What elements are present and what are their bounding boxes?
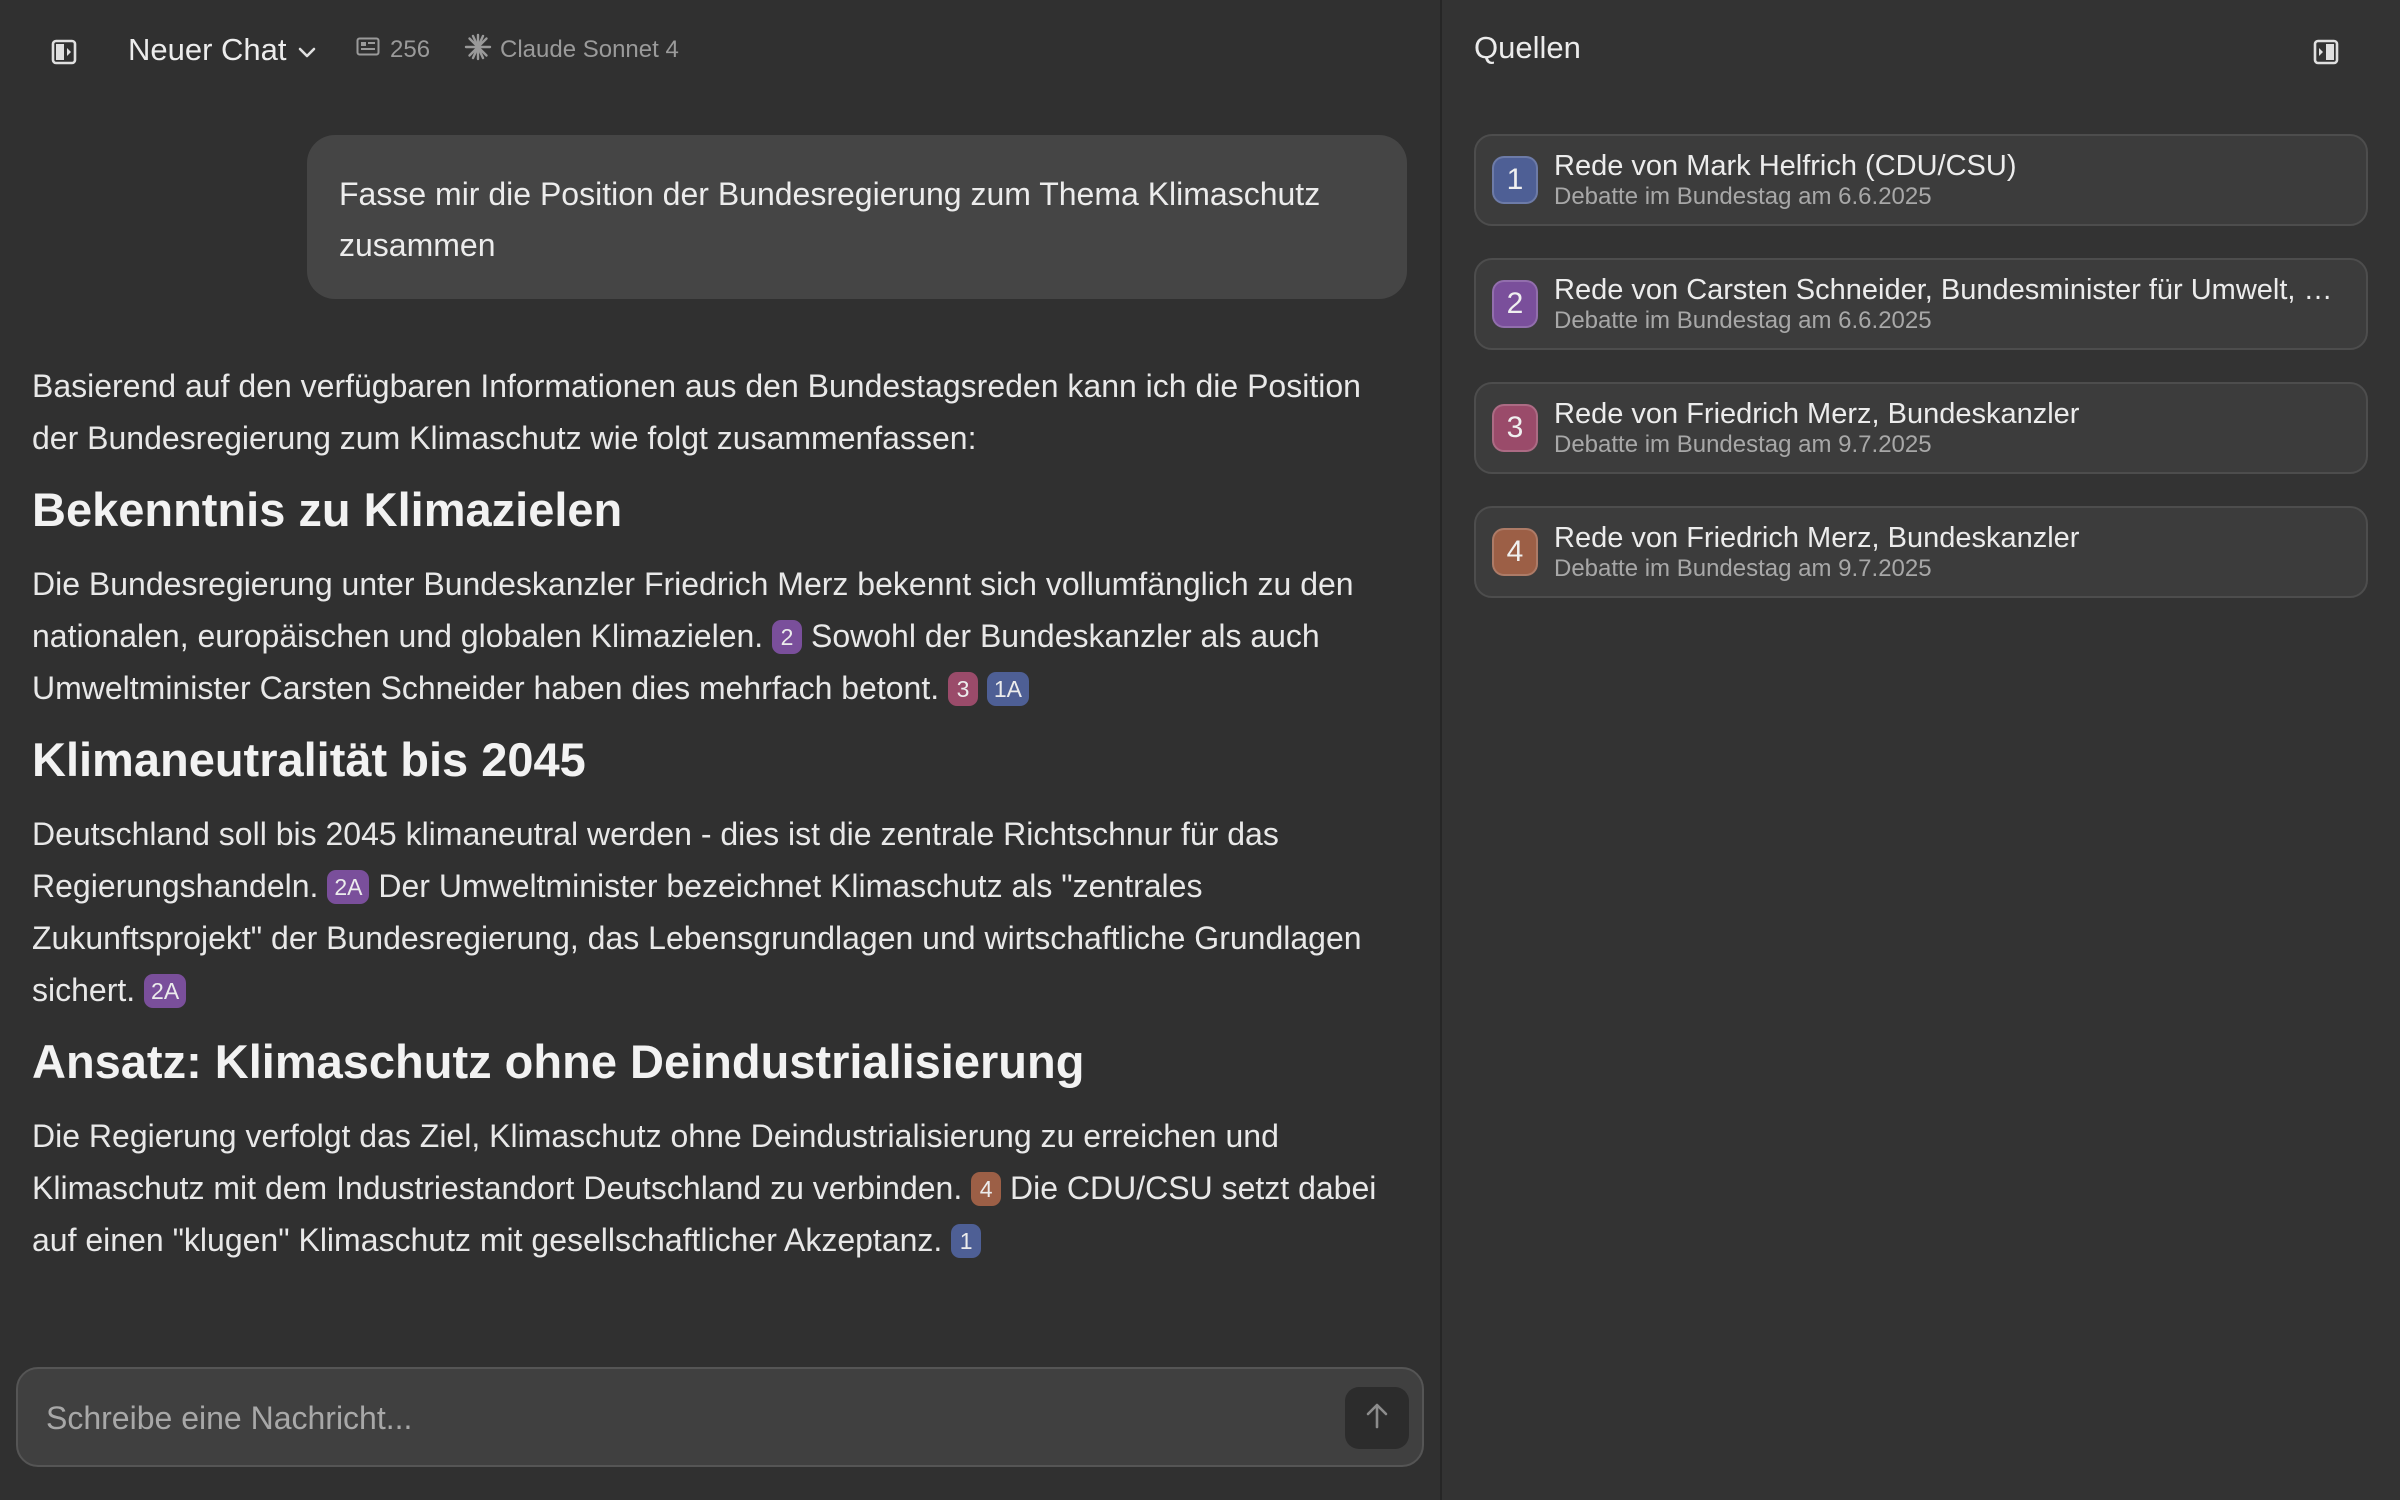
section-heading: Bekenntnis zu Klimazielen: [32, 483, 623, 536]
section-heading: Klimaneutralität bis 2045: [32, 733, 586, 786]
sparkle-icon: [464, 33, 492, 68]
section-paragraph: Die Bundesregierung unter Bundeskanzler …: [32, 566, 1354, 706]
section-paragraph: Deutschland soll bis 2045 klimaneutral w…: [32, 816, 1362, 1008]
source-item[interactable]: 1 Rede von Mark Helfrich (CDU/CSU) Debat…: [1474, 134, 2368, 226]
model-selector[interactable]: Claude Sonnet 4: [464, 32, 679, 68]
source-number: 2: [1492, 280, 1538, 328]
source-title: Rede von Mark Helfrich (CDU/CSU): [1554, 150, 2017, 182]
message-counter: 256: [356, 32, 430, 68]
source-number: 1: [1492, 156, 1538, 204]
chat-title-dropdown[interactable]: Neuer Chat: [128, 30, 317, 70]
sources-title: Quellen: [1474, 30, 1581, 65]
arrow-up-icon: [1364, 1402, 1390, 1435]
chevron-down-icon: [297, 32, 317, 68]
source-title: Rede von Friedrich Merz, Bundeskanzler: [1554, 398, 2080, 430]
source-subtitle: Debatte im Bundestag am 9.7.2025: [1554, 555, 1932, 582]
source-subtitle: Debatte im Bundestag am 6.6.2025: [1554, 307, 1932, 334]
message-count-icon: [356, 36, 380, 64]
source-item[interactable]: 2 Rede von Carsten Schneider, Bundesmini…: [1474, 258, 2368, 350]
source-subtitle: Debatte im Bundestag am 6.6.2025: [1554, 183, 1932, 210]
message-composer: [16, 1367, 1424, 1467]
source-number: 4: [1492, 528, 1538, 576]
source-list: 1 Rede von Mark Helfrich (CDU/CSU) Debat…: [1474, 134, 2368, 630]
citation-badge[interactable]: 3: [948, 672, 978, 706]
sources-panel: Quellen 1 Rede von Mark Helfrich (CDU/CS…: [1442, 0, 2400, 1500]
message-input[interactable]: [46, 1393, 1326, 1443]
source-item[interactable]: 3 Rede von Friedrich Merz, Bundeskanzler…: [1474, 382, 2368, 474]
user-message-bubble: Fasse mir die Position der Bundesregieru…: [307, 135, 1407, 299]
chat-title: Neuer Chat: [128, 32, 287, 67]
source-title: Rede von Friedrich Merz, Bundeskanzler: [1554, 522, 2080, 554]
source-subtitle: Debatte im Bundestag am 9.7.2025: [1554, 431, 1932, 458]
source-title: Rede von Carsten Schneider, Bundesminist…: [1554, 274, 2344, 306]
citation-badge[interactable]: 1: [951, 1224, 982, 1258]
source-item[interactable]: 4 Rede von Friedrich Merz, Bundeskanzler…: [1474, 506, 2368, 598]
chat-pane: Neuer Chat 256 Claude Sonnet 4 Fasse mir…: [0, 0, 1440, 1500]
citation-badge[interactable]: 2: [772, 620, 803, 654]
response-intro: Basierend auf den verfügbaren Informatio…: [32, 368, 1361, 456]
citation-badge[interactable]: 2A: [327, 870, 370, 904]
source-number: 3: [1492, 404, 1538, 452]
send-button[interactable]: [1345, 1387, 1409, 1449]
model-name: Claude Sonnet 4: [500, 36, 679, 63]
panel-toggle-icon[interactable]: [2310, 36, 2342, 68]
assistant-response: Basierend auf den verfügbaren Informatio…: [32, 360, 1402, 1280]
section-paragraph: Die Regierung verfolgt das Ziel, Klimasc…: [32, 1118, 1377, 1258]
citation-badge[interactable]: 2A: [144, 974, 187, 1008]
sidebar-toggle-icon[interactable]: [48, 36, 80, 68]
user-message-text: Fasse mir die Position der Bundesregieru…: [339, 176, 1321, 263]
chat-header: Neuer Chat 256 Claude Sonnet 4: [0, 0, 1440, 100]
section-heading: Ansatz: Klimaschutz ohne Deindustrialisi…: [32, 1035, 1085, 1088]
citation-badge[interactable]: 4: [971, 1172, 1002, 1206]
message-count: 256: [390, 36, 431, 63]
citation-badge[interactable]: 1A: [986, 672, 1030, 706]
